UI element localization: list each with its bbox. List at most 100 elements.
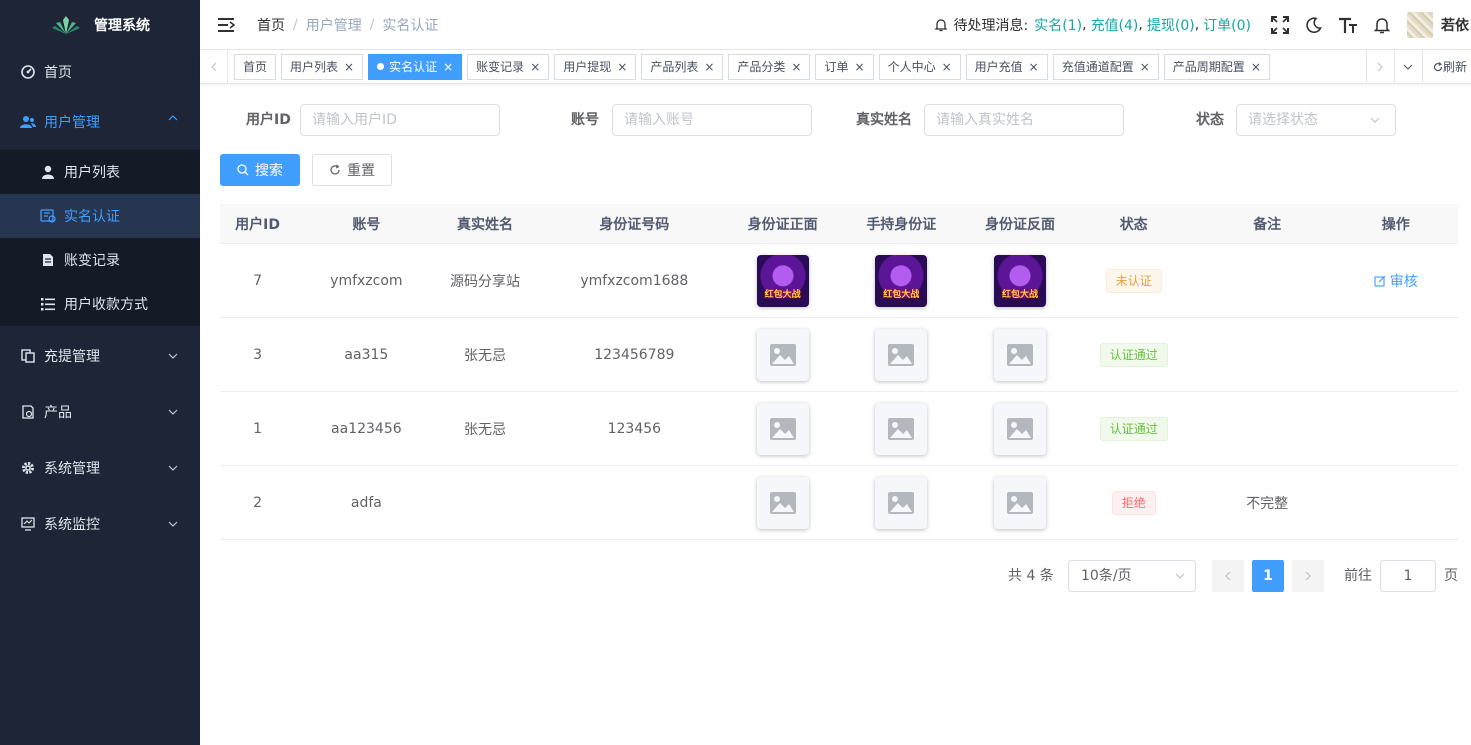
- cell-account: adfa: [350, 494, 382, 511]
- tag-item[interactable]: 个人中心 ×: [878, 53, 961, 80]
- table-row: 1 aa123456 张无忌 123456 认证通过: [220, 392, 1458, 466]
- close-icon[interactable]: ×: [942, 60, 952, 74]
- sidebar-item-label: 系统监控: [44, 517, 100, 533]
- dark-mode-icon[interactable]: [1297, 0, 1331, 50]
- review-button[interactable]: 审核: [1374, 271, 1418, 291]
- breadcrumb-item-home[interactable]: 首页: [257, 15, 285, 35]
- sidebar-item-user-list[interactable]: 用户列表: [0, 150, 200, 194]
- sidebar-item-user-management[interactable]: 用户管理: [0, 94, 200, 150]
- close-icon[interactable]: ×: [855, 60, 865, 74]
- id-handheld-image[interactable]: 红包大战: [875, 254, 928, 307]
- image-placeholder-icon[interactable]: [993, 476, 1046, 529]
- id-back-image[interactable]: 红包大战: [993, 254, 1046, 307]
- image-placeholder-icon[interactable]: [756, 476, 809, 529]
- avatar[interactable]: [1407, 12, 1433, 38]
- goto-page-input[interactable]: [1380, 560, 1436, 592]
- fullscreen-icon[interactable]: [1263, 0, 1297, 50]
- close-icon[interactable]: ×: [617, 60, 627, 74]
- cell-real-name: 张无忌: [464, 421, 506, 438]
- tags-scroll-right-button[interactable]: [1365, 49, 1394, 84]
- refresh-button[interactable]: 刷新: [1421, 49, 1471, 84]
- sidebar-item-system-management[interactable]: 系统管理: [0, 440, 200, 496]
- tag-item[interactable]: 产品列表 ×: [641, 53, 724, 80]
- tag-item[interactable]: 用户提现 ×: [554, 53, 637, 80]
- close-icon[interactable]: ×: [1029, 60, 1039, 74]
- tag-item[interactable]: 账变记录 ×: [467, 53, 550, 80]
- pending-real-name-link[interactable]: 实名(1): [1034, 15, 1082, 35]
- tag-item[interactable]: 实名认证 ×: [368, 53, 463, 80]
- image-placeholder-icon[interactable]: [875, 476, 928, 529]
- search-button[interactable]: 搜索: [220, 154, 300, 186]
- pending-withdraw-link[interactable]: 提现(0): [1147, 15, 1195, 35]
- sidebar-item-home[interactable]: 首页: [0, 50, 200, 94]
- document-icon: [40, 252, 56, 268]
- table-row: 3 aa315 张无忌 123456789 认证通过: [220, 318, 1458, 392]
- id-front-image[interactable]: 红包大战: [756, 254, 809, 307]
- header-user-id: 用户ID: [235, 216, 280, 233]
- chevron-left-icon: [1225, 571, 1231, 581]
- pending-recharge-link[interactable]: 充值(4): [1091, 15, 1139, 35]
- close-icon[interactable]: ×: [443, 60, 453, 74]
- page-number-button[interactable]: 1: [1252, 560, 1284, 592]
- header-actions: 操作: [1381, 216, 1410, 233]
- close-icon[interactable]: ×: [791, 60, 801, 74]
- image-placeholder-icon[interactable]: [875, 328, 928, 381]
- sidebar-item-recharge-withdraw[interactable]: 充提管理: [0, 328, 200, 384]
- tag-item[interactable]: 用户充值 ×: [965, 53, 1048, 80]
- image-placeholder-icon[interactable]: [756, 328, 809, 381]
- refresh-icon: [329, 164, 341, 176]
- tag-item[interactable]: 订单 ×: [815, 53, 874, 80]
- close-icon[interactable]: ×: [1251, 60, 1261, 74]
- cell-real-name: 张无忌: [464, 347, 506, 364]
- tag-item[interactable]: 产品分类 ×: [728, 53, 811, 80]
- account-input[interactable]: [612, 104, 812, 136]
- refresh-label: 刷新: [1442, 60, 1467, 74]
- cell-account: ymfxzcom: [330, 272, 403, 289]
- cell-id-number: 123456: [607, 420, 662, 437]
- user-group-icon: [20, 114, 36, 130]
- image-placeholder-icon[interactable]: [993, 328, 1046, 381]
- user-id-label: 用户ID: [246, 112, 291, 128]
- hamburger-icon[interactable]: [217, 16, 235, 34]
- image-placeholder-icon[interactable]: [875, 402, 928, 455]
- page-suffix: 页: [1444, 568, 1458, 584]
- pending-order-link[interactable]: 订单(0): [1203, 15, 1251, 35]
- tag-item[interactable]: 充值通道配置 ×: [1052, 53, 1159, 80]
- page-size-select[interactable]: 10条/页: [1068, 560, 1196, 592]
- tag-item[interactable]: 首页: [234, 53, 277, 80]
- tags-scroll-left-button[interactable]: [200, 49, 228, 84]
- sidebar-item-balance-log[interactable]: 账变记录: [0, 238, 200, 282]
- user-id-input[interactable]: [300, 104, 500, 136]
- header-id-back: 身份证反面: [984, 216, 1055, 233]
- breadcrumb-item-user-management[interactable]: 用户管理: [306, 15, 362, 35]
- sidebar-item-product[interactable]: 产品: [0, 384, 200, 440]
- chevron-right-icon: [1378, 62, 1384, 71]
- notification-bell-icon[interactable]: [1365, 0, 1399, 50]
- cell-user-id: 1: [253, 420, 263, 437]
- close-icon[interactable]: ×: [704, 60, 714, 74]
- cell-user-id: 3: [253, 346, 263, 363]
- tag-item[interactable]: 用户列表 ×: [281, 53, 364, 80]
- close-icon[interactable]: ×: [1140, 60, 1150, 74]
- real-name-label: 真实姓名: [856, 112, 912, 128]
- username[interactable]: 若依: [1441, 15, 1471, 35]
- font-size-icon[interactable]: [1331, 0, 1365, 50]
- tags-dropdown-button[interactable]: [1393, 49, 1422, 84]
- reset-button[interactable]: 重置: [312, 154, 392, 186]
- table-row: 7 ymfxzcom 源码分享站 ymfxzcom1688 红包大战 红包大战 红包大战 未认…: [220, 244, 1458, 318]
- image-placeholder-icon[interactable]: [756, 402, 809, 455]
- sidebar-item-system-monitor[interactable]: 系统监控: [0, 496, 200, 552]
- app-title: 管理系统: [94, 18, 150, 34]
- next-page-button[interactable]: [1292, 560, 1324, 592]
- close-icon[interactable]: ×: [530, 60, 540, 74]
- status-badge: 未认证: [1105, 268, 1162, 293]
- chevron-down-icon: [168, 353, 178, 359]
- image-placeholder-icon[interactable]: [993, 402, 1046, 455]
- prev-page-button[interactable]: [1212, 560, 1244, 592]
- sidebar-item-payment-methods[interactable]: 用户收款方式: [0, 282, 200, 326]
- sidebar-item-real-name-auth[interactable]: 实名认证: [0, 194, 200, 238]
- real-name-input[interactable]: [924, 104, 1124, 136]
- breadcrumb-item-current: 实名认证: [382, 17, 439, 34]
- tag-item[interactable]: 产品周期配置 ×: [1163, 53, 1270, 80]
- close-icon[interactable]: ×: [344, 60, 354, 74]
